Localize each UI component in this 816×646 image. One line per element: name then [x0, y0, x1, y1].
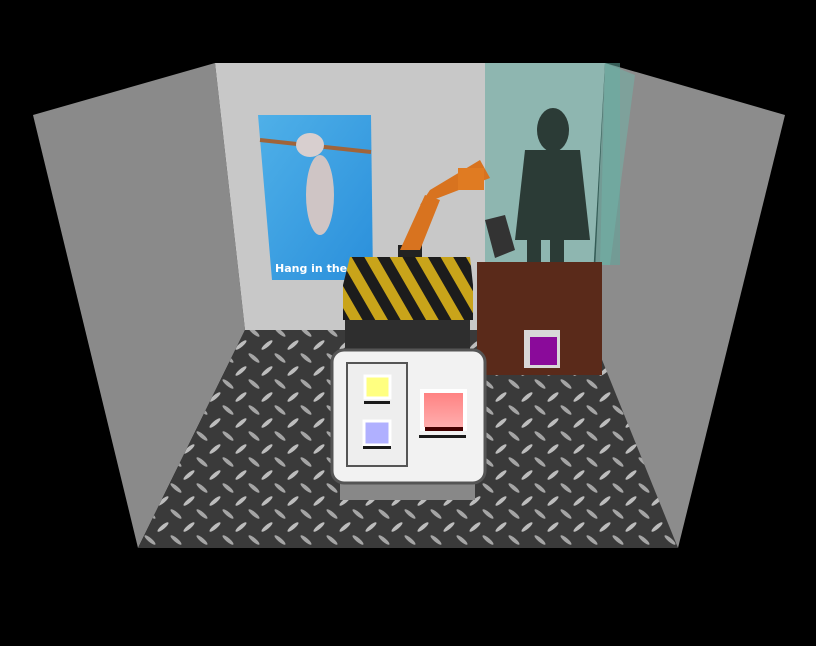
kitten — [296, 133, 324, 157]
game-scene: Hang in there, — [33, 63, 785, 548]
pedestal — [477, 262, 602, 375]
control-panel — [330, 348, 487, 500]
purple-button[interactable] — [530, 337, 557, 365]
robot-table — [343, 257, 473, 352]
red-button[interactable] — [420, 389, 467, 431]
blue-button[interactable] — [362, 419, 392, 447]
yellow-button[interactable] — [363, 374, 392, 400]
cat-poster: Hang in there, — [258, 115, 373, 280]
